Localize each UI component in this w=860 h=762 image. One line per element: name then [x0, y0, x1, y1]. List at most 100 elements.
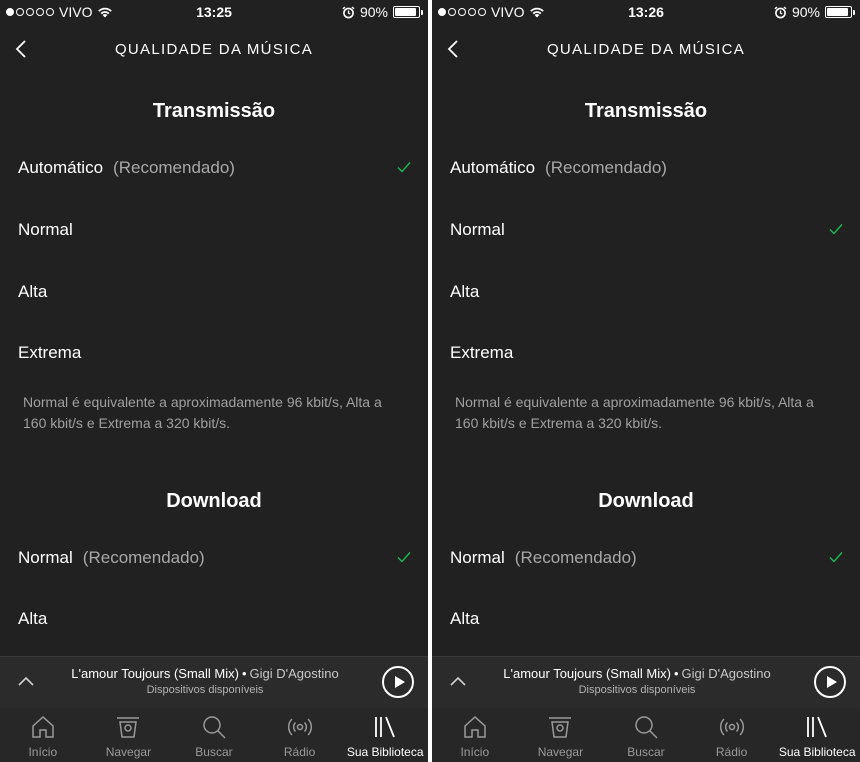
track-artist: Gigi D'Agostino	[249, 666, 339, 681]
checkmark-icon	[829, 552, 843, 563]
streaming-option-automatic[interactable]: Automático (Recomendado)	[450, 148, 846, 188]
tab-home[interactable]: Início	[432, 708, 518, 762]
page-title: QUALIDADE DA MÚSICA	[546, 41, 746, 58]
track-artist: Gigi D'Agostino	[681, 666, 771, 681]
download-option-normal[interactable]: Normal (Recomendado)	[450, 538, 846, 578]
tab-bar: Início Navegar Buscar Rádio Sua Bibliote…	[0, 708, 428, 762]
option-label: Normal	[18, 548, 73, 567]
play-button[interactable]	[382, 666, 414, 698]
checkmark-icon	[829, 224, 843, 235]
tab-radio[interactable]: Rádio	[689, 708, 775, 762]
streaming-option-extreme[interactable]: Extrema	[450, 333, 846, 373]
download-heading: Download	[166, 490, 262, 512]
option-label: Alta	[450, 609, 480, 628]
option-label: Normal	[18, 220, 73, 239]
streaming-option-extreme[interactable]: Extrema	[18, 333, 414, 373]
chevron-up-icon[interactable]	[16, 674, 36, 688]
radio-icon	[287, 718, 312, 736]
option-label: Normal	[450, 548, 505, 567]
option-recommended-note: (Recomendado)	[113, 158, 235, 177]
quality-description: Normal é equivalente a aproximadamente 9…	[23, 394, 382, 431]
devices-available-label[interactable]: Dispositivos disponíveis	[480, 684, 794, 696]
tab-library[interactable]: Sua Biblioteca	[774, 708, 860, 762]
devices-available-label[interactable]: Dispositivos disponíveis	[48, 684, 362, 696]
streaming-option-high[interactable]: Alta	[18, 272, 414, 312]
download-heading: Download	[598, 490, 694, 512]
option-label: Alta	[450, 282, 480, 301]
download-option-high[interactable]: Alta	[450, 599, 846, 639]
tab-home[interactable]: Início	[0, 708, 86, 762]
phone-screen-left: VIVO 13:25 90% QUALIDADE DA MÚSICA Trans…	[0, 0, 428, 762]
option-label: Extrema	[18, 343, 82, 362]
browse-icon	[117, 717, 140, 738]
separator: •	[241, 666, 247, 681]
battery-icon	[393, 6, 423, 18]
option-label: Extrema	[450, 343, 514, 362]
option-recommended-note: (Recomendado)	[514, 548, 637, 567]
tab-library[interactable]: Sua Biblioteca	[342, 708, 428, 762]
search-icon	[635, 716, 658, 739]
tab-browse[interactable]: Navegar	[86, 708, 172, 762]
option-recommended-note: (Recomendado)	[82, 548, 205, 567]
streaming-option-normal[interactable]: Normal	[450, 210, 846, 250]
now-playing-bar[interactable]: L'amour Toujours (Small Mix) • Gigi D'Agos…	[432, 656, 860, 708]
streaming-heading: Transmissão	[584, 100, 708, 122]
library-icon	[375, 716, 396, 738]
alarm-icon	[342, 5, 355, 18]
download-option-normal[interactable]: Normal (Recomendado)	[18, 538, 414, 578]
tab-label: Navegar	[105, 745, 152, 759]
now-playing-bar[interactable]: L'amour Toujours (Small Mix) • Gigi D'Agos…	[0, 656, 428, 708]
tab-label: Navegar	[537, 745, 584, 759]
battery-percent: 90%	[791, 4, 820, 20]
library-icon	[807, 716, 828, 738]
search-icon	[203, 716, 226, 739]
play-button[interactable]	[814, 666, 846, 698]
tab-label: Sua Biblioteca	[778, 745, 856, 759]
now-playing-title: L'amour Toujours (Small Mix) • Gigi D'Agos…	[480, 666, 794, 681]
streaming-option-automatic[interactable]: Automático (Recomendado)	[18, 148, 414, 188]
option-recommended-note: (Recomendado)	[545, 158, 667, 177]
now-playing-title: L'amour Toujours (Small Mix) • Gigi D'Agos…	[48, 666, 362, 681]
tab-label: Rádio	[715, 745, 748, 759]
checkmark-icon	[397, 162, 411, 173]
radio-icon	[719, 718, 744, 736]
separator: •	[673, 666, 679, 681]
track-title: L'amour Toujours (Small Mix)	[71, 666, 239, 681]
tab-label: Rádio	[283, 745, 316, 759]
header: QUALIDADE DA MÚSICA	[432, 30, 860, 70]
option-label: Normal	[450, 220, 505, 239]
phone-screen-right: VIVO 13:26 90% QUALIDADE DA MÚSICA Trans…	[432, 0, 860, 762]
browse-icon	[549, 717, 572, 738]
header: QUALIDADE DA MÚSICA	[0, 30, 428, 70]
option-label: Alta	[18, 609, 48, 628]
tab-browse[interactable]: Navegar	[518, 708, 604, 762]
tab-search[interactable]: Buscar	[171, 708, 257, 762]
option-label: Automático	[18, 158, 104, 177]
streaming-heading: Transmissão	[152, 100, 276, 122]
streaming-option-normal[interactable]: Normal	[18, 210, 414, 250]
tab-radio[interactable]: Rádio	[257, 708, 343, 762]
alarm-icon	[774, 5, 787, 18]
tab-search[interactable]: Buscar	[603, 708, 689, 762]
quality-description: Normal é equivalente a aproximadamente 9…	[455, 394, 814, 431]
play-icon	[827, 676, 837, 688]
status-bar: VIVO 13:26 90%	[432, 0, 860, 24]
checkmark-icon	[397, 552, 411, 563]
battery-icon	[825, 6, 855, 18]
battery-percent: 90%	[359, 4, 388, 20]
status-bar: VIVO 13:25 90%	[0, 0, 428, 24]
tab-label: Início	[460, 745, 490, 759]
streaming-option-high[interactable]: Alta	[450, 272, 846, 312]
option-label: Automático	[450, 158, 536, 177]
tab-label: Buscar	[195, 745, 233, 759]
tab-bar: Início Navegar Buscar Rádio Sua Bibliote…	[432, 708, 860, 762]
home-icon	[464, 715, 486, 738]
option-label: Alta	[18, 282, 48, 301]
play-icon	[395, 676, 405, 688]
home-icon	[32, 715, 54, 738]
page-title: QUALIDADE DA MÚSICA	[114, 41, 314, 58]
chevron-up-icon[interactable]	[448, 674, 468, 688]
tab-label: Buscar	[627, 745, 665, 759]
track-title: L'amour Toujours (Small Mix)	[503, 666, 671, 681]
download-option-high[interactable]: Alta	[18, 599, 414, 639]
